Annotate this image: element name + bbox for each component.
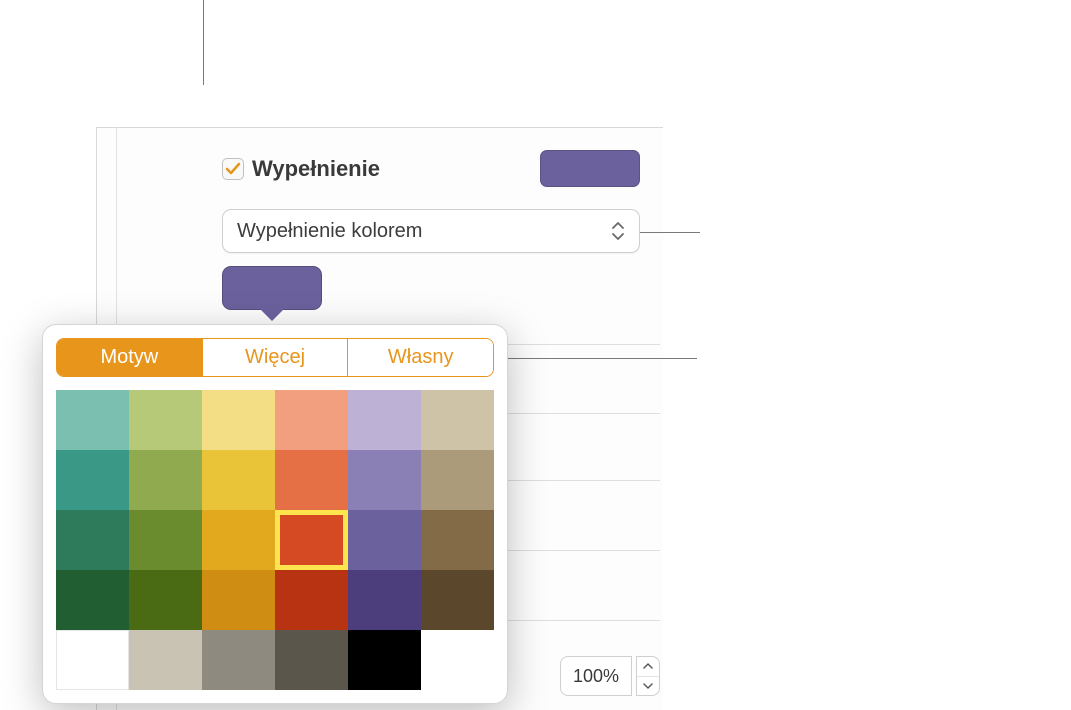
color-swatch[interactable] [202, 570, 275, 630]
tab-more[interactable]: Więcej [203, 339, 349, 376]
opacity-row: 100% [140, 656, 660, 696]
color-swatch[interactable] [421, 390, 494, 450]
stepper-down[interactable] [637, 677, 659, 696]
color-swatch[interactable] [421, 570, 494, 630]
color-swatch[interactable] [56, 450, 129, 510]
color-swatch[interactable] [129, 450, 202, 510]
opacity-field[interactable]: 100% [560, 656, 632, 696]
color-swatch[interactable] [129, 390, 202, 450]
color-swatch[interactable] [348, 450, 421, 510]
fill-type-dropdown[interactable]: Wypełnienie kolorem [222, 209, 640, 253]
color-swatch[interactable] [348, 510, 421, 570]
color-popover: Motyw Więcej Własny [42, 324, 508, 704]
tab-custom[interactable]: Własny [348, 339, 493, 376]
color-swatch[interactable] [421, 510, 494, 570]
color-swatch[interactable] [202, 390, 275, 450]
callout-line [640, 232, 700, 233]
fill-checkbox[interactable] [222, 158, 244, 180]
color-swatch[interactable] [56, 630, 129, 690]
color-swatch[interactable] [421, 450, 494, 510]
color-swatch[interactable] [56, 390, 129, 450]
callout-line [203, 0, 204, 85]
color-swatch[interactable] [348, 390, 421, 450]
color-swatch[interactable] [202, 510, 275, 570]
color-swatch[interactable] [275, 450, 348, 510]
fill-section: Wypełnienie Wypełnienie kolorem [222, 150, 640, 253]
color-swatch[interactable] [202, 450, 275, 510]
color-swatch[interactable] [129, 510, 202, 570]
popover-tabs: Motyw Więcej Własny [56, 338, 494, 377]
swatch-grid [56, 390, 494, 690]
fill-label: Wypełnienie [252, 156, 532, 182]
fill-header: Wypełnienie [222, 150, 640, 187]
fill-color-preview[interactable] [540, 150, 640, 187]
color-swatch[interactable] [56, 510, 129, 570]
color-swatch[interactable] [129, 570, 202, 630]
chevron-updown-icon [611, 222, 625, 240]
color-well[interactable] [222, 266, 322, 310]
tab-theme[interactable]: Motyw [57, 339, 203, 376]
dropdown-label: Wypełnienie kolorem [237, 220, 611, 243]
color-swatch[interactable] [56, 570, 129, 630]
color-swatch[interactable] [348, 570, 421, 630]
color-swatch[interactable] [275, 390, 348, 450]
callout-line [487, 358, 697, 359]
color-swatch[interactable] [275, 570, 348, 630]
color-swatch[interactable] [275, 510, 348, 570]
opacity-stepper [636, 656, 660, 696]
stepper-up[interactable] [637, 657, 659, 677]
